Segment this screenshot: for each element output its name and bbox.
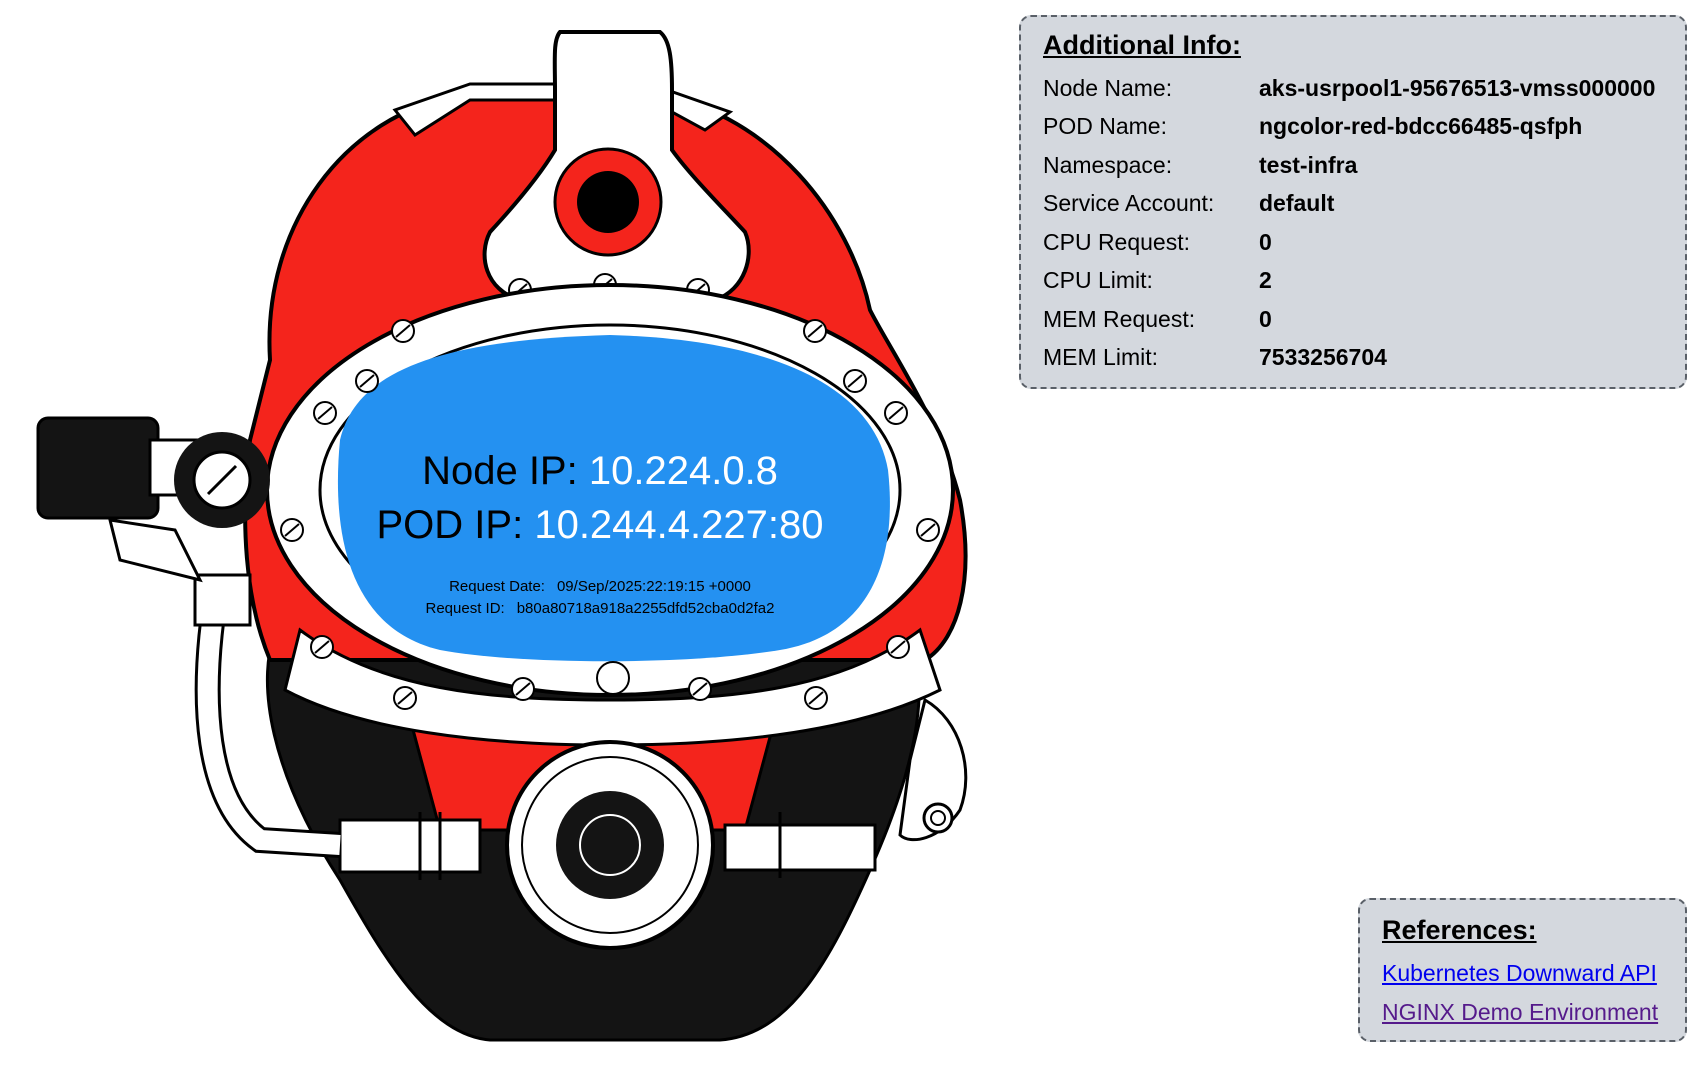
info-row: POD Name: ngcolor-red-bdcc66485-qsfph (1043, 108, 1663, 147)
additional-info-panel: Additional Info: Node Name: aks-usrpool1… (1019, 15, 1687, 389)
node-ip-line: Node IP: 10.224.0.8 (330, 444, 870, 498)
request-date-label: Request Date: (449, 578, 545, 595)
info-row: MEM Request: 0 (1043, 300, 1663, 339)
info-row-label: CPU Limit: (1043, 267, 1153, 294)
additional-info-title: Additional Info: (1043, 30, 1241, 60)
request-id-label: Request ID: (425, 600, 505, 617)
visor-ip-block: Node IP: 10.224.0.8 POD IP: 10.244.4.227… (330, 444, 870, 552)
pod-ip-label: POD IP: (376, 503, 524, 547)
info-row: CPU Request: 0 (1043, 223, 1663, 262)
info-row-value: test-infra (1259, 151, 1358, 178)
info-row-label: Service Account: (1043, 190, 1215, 217)
info-row-label: MEM Request: (1043, 305, 1196, 332)
info-row-value: default (1259, 190, 1335, 217)
pod-ip-line: POD IP: 10.244.4.227:80 (330, 498, 870, 552)
node-ip-label: Node IP: (422, 449, 578, 493)
info-row: Node Name: aks-usrpool1-95676513-vmss000… (1043, 69, 1663, 108)
info-row-value: 0 (1259, 305, 1272, 332)
request-id-value: b80a80718a918a2255dfd52cba0d2fa2 (516, 600, 775, 617)
info-row: Namespace: test-infra (1043, 146, 1663, 185)
info-row-label: POD Name: (1043, 113, 1167, 140)
info-row-value: 2 (1259, 267, 1272, 294)
node-ip-value: 10.224.0.8 (588, 449, 778, 493)
request-id-line: Request ID: b80a80718a918a2255dfd52cba0d2… (330, 598, 870, 620)
request-date-line: Request Date: 09/Sep/2025:22:19:15 +0000 (330, 576, 870, 598)
pod-ip-value: 10.244.4.227:80 (534, 503, 824, 547)
request-date-value: 09/Sep/2025:22:19:15 +0000 (556, 578, 751, 595)
info-row-value: ngcolor-red-bdcc66485-qsfph (1259, 113, 1583, 140)
info-row-value: aks-usrpool1-95676513-vmss000000 (1259, 74, 1656, 101)
nginx-demo-environment-link[interactable]: NGINX Demo Environment (1382, 993, 1663, 1032)
info-row-label: Namespace: (1043, 151, 1173, 178)
visor-request-block: Request Date: 09/Sep/2025:22:19:15 +0000 … (330, 576, 870, 620)
info-row-label: CPU Request: (1043, 228, 1191, 255)
info-row-label: Node Name: (1043, 74, 1173, 101)
info-row-label: MEM Limit: (1043, 344, 1158, 371)
info-row: CPU Limit: 2 (1043, 262, 1663, 301)
references-panel: References: Kubernetes Downward API NGIN… (1358, 898, 1687, 1042)
kubernetes-downward-api-link[interactable]: Kubernetes Downward API (1382, 954, 1663, 993)
info-row-value: 7533256704 (1259, 344, 1387, 371)
info-row: MEM Limit: 7533256704 (1043, 339, 1663, 378)
references-title: References: (1382, 915, 1537, 945)
info-row-value: 0 (1259, 228, 1272, 255)
info-row: Service Account: default (1043, 185, 1663, 224)
